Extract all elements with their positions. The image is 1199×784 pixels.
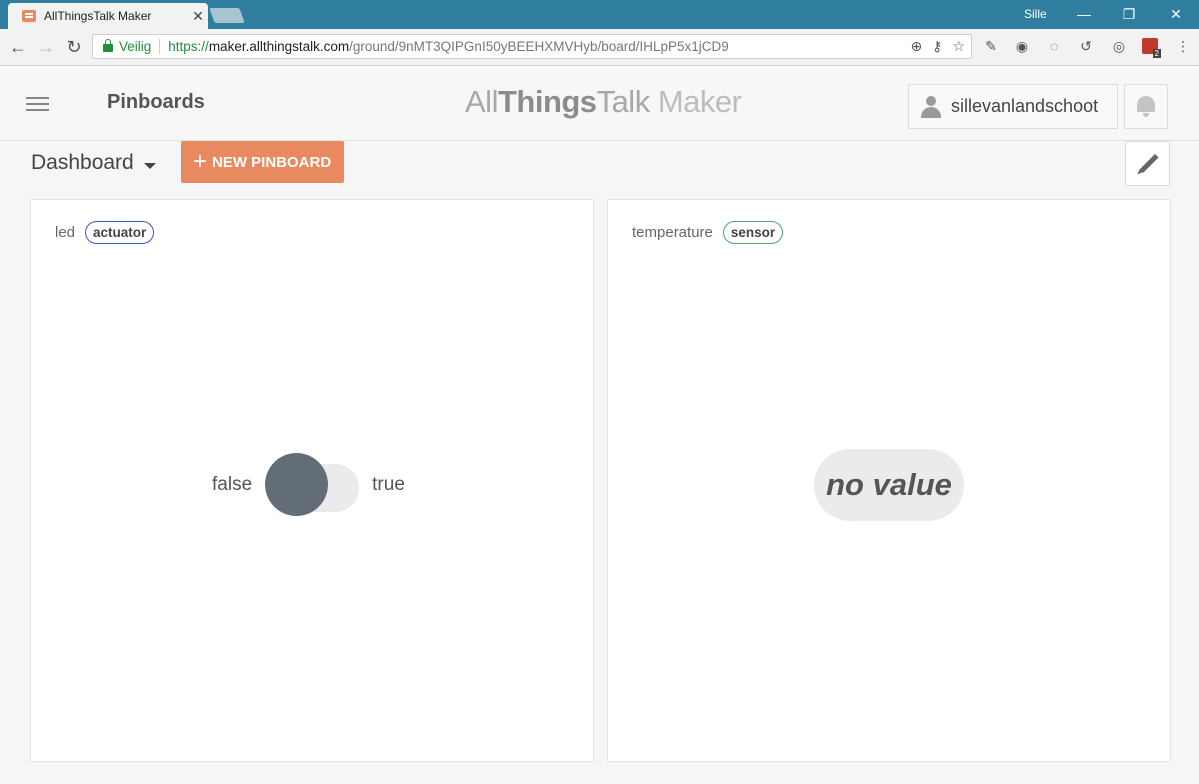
new-pinboard-button[interactable]: + NEW PINBOARD	[181, 141, 344, 183]
close-tab-icon[interactable]: ✕	[188, 8, 208, 25]
url-path: /ground/9nMT3QIPGnI50yBEEHXMVHyb/board/I…	[349, 39, 729, 54]
window-user-label: Sille	[1024, 7, 1047, 21]
plus-icon: +	[193, 148, 208, 175]
zoom-icon[interactable]: ⊕	[910, 38, 922, 55]
sync-icon[interactable]: ↺	[1077, 37, 1095, 55]
browser-menu-icon[interactable]: ⋮	[1174, 37, 1192, 55]
asset-name: temperature	[632, 224, 713, 241]
new-tab-button[interactable]	[209, 8, 245, 23]
bookmark-star-icon[interactable]: ☆	[952, 38, 965, 55]
dashboard-label: Dashboard	[31, 151, 134, 174]
code-icon[interactable]: ◌	[1045, 37, 1063, 55]
eye-icon[interactable]: ◎	[1110, 37, 1128, 55]
tab-title: AllThingsTalk Maker	[44, 9, 152, 23]
page-title: Pinboards	[107, 91, 205, 113]
bell-icon	[1137, 96, 1155, 117]
dashboard-selector[interactable]: Dashboard	[31, 151, 156, 175]
url-host: maker.allthingstalk.com	[208, 39, 350, 54]
url-scheme: https://	[168, 39, 209, 54]
allthingstalk-logo: AllThingsTalk Maker	[465, 84, 742, 119]
globe-icon[interactable]: ◉	[1013, 37, 1031, 55]
led-toggle-control: false true	[212, 453, 405, 517]
caret-down-icon	[143, 163, 156, 169]
pencil-icon	[1139, 153, 1159, 174]
key-icon[interactable]: ⚷	[932, 38, 942, 55]
lock-icon	[103, 39, 113, 52]
led-toggle-switch[interactable]	[265, 453, 360, 517]
toggle-knob[interactable]	[265, 453, 329, 516]
extension-badge-count: 2	[1152, 49, 1161, 58]
temperature-card: temperature sensor no value	[607, 199, 1171, 762]
security-label: Veilig	[119, 39, 161, 54]
browser-tab[interactable]: AllThingsTalk Maker ✕	[8, 3, 208, 29]
toggle-false-label: false	[212, 474, 253, 495]
hamburger-menu-icon[interactable]	[26, 97, 49, 111]
window-close-icon[interactable]: ✕	[1161, 3, 1191, 25]
user-icon	[921, 95, 941, 118]
back-arrow-icon[interactable]: ←	[7, 36, 29, 58]
extension-badge-icon[interactable]: 2	[1142, 38, 1161, 58]
led-card: led actuator false true	[30, 199, 594, 762]
username: sillevanlandschoot	[951, 96, 1099, 116]
asset-kind-badge: sensor	[722, 221, 784, 244]
address-bar[interactable]: Veilig https:// maker.allthingstalk.com …	[92, 34, 972, 59]
restore-icon[interactable]: ❐	[1114, 3, 1144, 25]
browser-titlebar: AllThingsTalk Maker ✕ Sille — ❐ ✕	[0, 0, 1199, 29]
user-menu-button[interactable]: sillevanlandschoot	[908, 84, 1118, 129]
edit-pinboard-button[interactable]	[1125, 141, 1170, 186]
forward-arrow-icon[interactable]: →	[35, 36, 57, 58]
reload-icon[interactable]: ↻	[63, 36, 85, 58]
eyedropper-icon[interactable]: ✎	[982, 37, 1000, 55]
chat-bubble-icon	[22, 10, 36, 22]
sensor-value-display: no value	[814, 449, 964, 521]
app-header: Pinboards AllThingsTalk Maker sillevanla…	[0, 66, 1199, 141]
notifications-button[interactable]	[1124, 84, 1168, 129]
toggle-true-label: true	[372, 474, 405, 495]
new-pinboard-label: NEW PINBOARD	[212, 153, 332, 171]
minimize-icon[interactable]: —	[1069, 3, 1099, 25]
browser-toolbar: ← → ↻ Veilig https:// maker.allthingstal…	[0, 29, 1199, 66]
asset-kind-badge: actuator	[85, 221, 155, 244]
asset-name: led	[55, 224, 76, 241]
